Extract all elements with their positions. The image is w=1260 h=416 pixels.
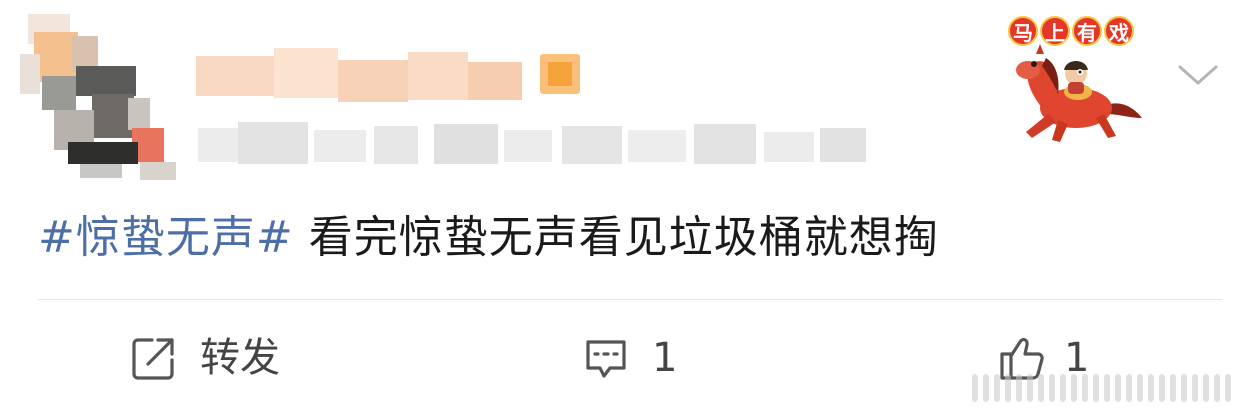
- repost-label: 转发: [200, 335, 280, 381]
- comment-button[interactable]: 1: [582, 330, 677, 386]
- weibo-post-card: 马 上 有 戏 #惊蛰无声# 看完惊蛰无声看见垃圾桶就想掏 转发 1 1: [0, 0, 1260, 416]
- divider: [38, 299, 1222, 300]
- post-body: 看完惊蛰无声看见垃圾桶就想掏: [293, 212, 939, 263]
- post-text: #惊蛰无声# 看完惊蛰无声看见垃圾桶就想掏: [38, 208, 939, 268]
- watermark: [972, 374, 1242, 402]
- horse-icon: [1016, 44, 1142, 142]
- comment-count: 1: [652, 335, 678, 381]
- more-options-button[interactable]: [1176, 60, 1220, 90]
- username[interactable]: [196, 48, 526, 108]
- repost-button[interactable]: 转发: [130, 330, 280, 386]
- avatar[interactable]: [20, 14, 180, 184]
- post-meta: [198, 122, 866, 168]
- card-pendant: 马 上 有 戏: [996, 14, 1146, 144]
- repost-icon: [132, 338, 174, 380]
- chevron-down-icon: [1178, 65, 1218, 85]
- topic-link[interactable]: #惊蛰无声#: [38, 212, 294, 263]
- vip-badge-icon: [540, 54, 580, 94]
- comment-icon: [586, 340, 626, 378]
